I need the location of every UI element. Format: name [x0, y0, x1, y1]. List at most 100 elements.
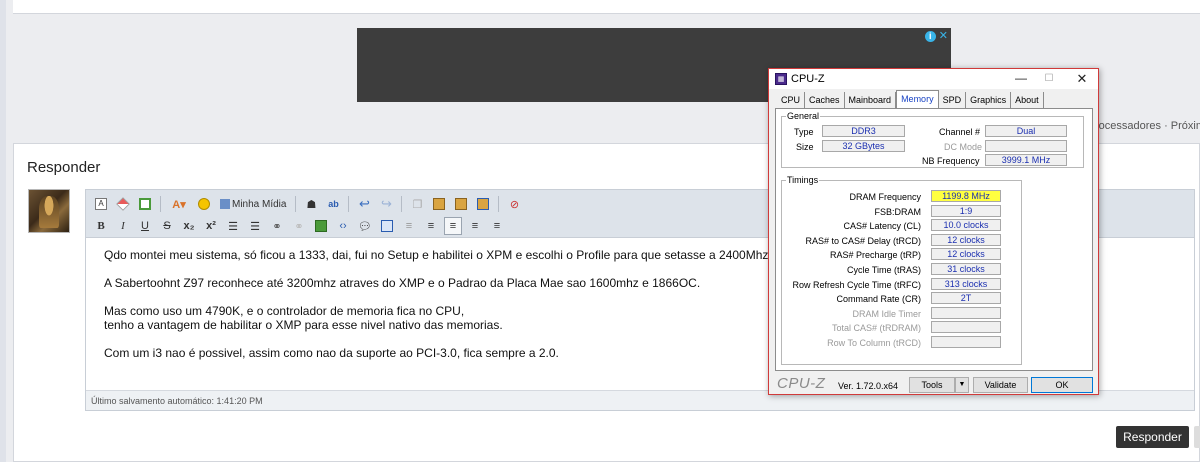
align-left-icon[interactable]: ≡ [444, 217, 462, 235]
tab-cpu[interactable]: CPU [777, 92, 806, 108]
editor-line: A Sabertoohnt Z97 reconhece até 3200mhz … [104, 276, 701, 290]
general-group: General Type DDR3 Size 32 GBytes Channel… [781, 111, 1084, 168]
timing-value: 2T [931, 292, 1001, 305]
align-right-icon[interactable]: ≡ [488, 217, 506, 235]
copy-icon[interactable]: ❐ [408, 195, 426, 213]
media-icon [220, 199, 230, 209]
editor-line: tenho a vantagem de habilitar o XMP para… [104, 318, 503, 332]
cpuz-titlebar[interactable]: ▦ CPU-Z — ☐ ✕ [769, 69, 1098, 89]
channel-value: Dual [985, 125, 1067, 137]
align-center-icon[interactable]: ≡ [466, 217, 484, 235]
smiley-icon[interactable] [195, 195, 213, 213]
editor-paragraph: Com um i3 nao é possivel, assim como nao… [104, 346, 772, 360]
toolbar-separator [160, 196, 161, 212]
timing-value [931, 306, 1001, 319]
eraser-icon[interactable] [114, 195, 132, 213]
redo-icon[interactable]: ↪ [377, 195, 395, 213]
top-panel [13, 0, 1200, 14]
nb-frequency-value: 3999.1 MHz [985, 154, 1067, 166]
unlink-icon[interactable]: ⚭ [290, 217, 308, 235]
table-icon[interactable]: ☗ [302, 195, 320, 213]
toolbar-separator [295, 196, 297, 212]
outdent-icon[interactable]: ≡ [400, 217, 418, 235]
ok-button[interactable]: OK [1031, 377, 1093, 393]
subscript-icon[interactable]: x₂ [180, 217, 198, 235]
paste-icon[interactable] [430, 195, 448, 213]
timing-label: RAS# Precharge (tRP) [829, 250, 921, 261]
remove-format-icon[interactable]: ⊘ [505, 195, 523, 213]
code-icon[interactable]: ‹› [334, 217, 352, 235]
nb-frequency-label: NB Frequency [922, 156, 980, 166]
channel-label: Channel # [939, 127, 981, 137]
timings-group-title: Timings [786, 175, 820, 185]
link-icon[interactable]: ⚭ [268, 217, 286, 235]
validate-button[interactable]: Validate [973, 377, 1028, 393]
size-value: 32 GBytes [822, 140, 905, 152]
tools-dropdown-icon[interactable]: ▼ [955, 377, 969, 393]
timing-value: 12 clocks [931, 248, 1001, 261]
tab-mainboard[interactable]: Mainboard [845, 92, 897, 108]
toolbar-separator [348, 196, 350, 212]
minimize-icon[interactable]: — [1007, 70, 1035, 87]
quote-icon[interactable]: 💬︎ [356, 217, 374, 235]
my-media-label: Minha Mídia [232, 198, 287, 210]
type-label: Type [794, 127, 814, 137]
paste-text-icon[interactable] [452, 195, 470, 213]
timing-value [931, 336, 1001, 348]
timing-value: 12 clocks [931, 233, 1001, 246]
bold-icon[interactable]: B [92, 217, 110, 235]
type-value: DDR3 [822, 125, 905, 137]
left-stripe [0, 0, 6, 462]
timing-label: DRAM Idle Timer [852, 308, 921, 319]
reply-button[interactable]: Responder [1116, 426, 1189, 448]
reply-title: Responder [27, 159, 101, 176]
tab-about[interactable]: About [1011, 92, 1044, 108]
general-group-title: General [786, 111, 821, 121]
font-color-icon[interactable]: A▾ [167, 195, 191, 213]
bulleted-list-icon[interactable]: ☰ [246, 217, 264, 235]
close-icon[interactable]: ✕ [1068, 70, 1096, 87]
timing-label: FSB:DRAM [874, 206, 921, 217]
paste-word-icon[interactable] [474, 195, 492, 213]
tab-memory[interactable]: Memory [896, 90, 939, 108]
blockquote-icon[interactable] [378, 217, 396, 235]
numbered-list-icon[interactable]: ☰ [224, 217, 242, 235]
italic-icon[interactable]: I [114, 217, 132, 235]
timings-group: Timings DRAM Frequency 1199.8 MHz FSB:DRAM… [781, 175, 1022, 365]
timing-label: Row To Column (tRCD) [827, 338, 921, 348]
preview-button[interactable] [1194, 426, 1200, 448]
maximize-icon[interactable]: ☐ [1035, 70, 1063, 87]
toolbar-separator [498, 196, 500, 212]
indent-icon[interactable]: ≡ [422, 217, 440, 235]
tools-button[interactable]: Tools [909, 377, 955, 393]
superscript-icon[interactable]: x² [202, 217, 220, 235]
cpuz-window[interactable]: ▦ CPU-Z — ☐ ✕ CPU Caches Mainboard Memory SP… [768, 68, 1099, 395]
timing-label: DRAM Frequency [849, 192, 921, 202]
select-all-icon[interactable] [136, 195, 154, 213]
image-icon[interactable] [312, 217, 330, 235]
undo-icon[interactable]: ↩ [355, 195, 373, 213]
editor-line: Mas como uso um 4790K, e o controlador d… [104, 304, 465, 318]
ad-choices-icon[interactable]: i ✕ [924, 30, 948, 42]
timing-value: 10.0 clocks [931, 219, 1001, 232]
memory-tab-panel: General Type DDR3 Size 32 GBytes Channel… [775, 108, 1093, 371]
cpuz-tabs: CPU Caches Mainboard Memory SPD Graphics About [777, 90, 1044, 108]
my-media-button[interactable]: Minha Mídia [217, 195, 289, 213]
source-icon[interactable]: A [92, 195, 110, 213]
editor-paragraph: Qdo montei meu sistema, só ficou a 1333,… [104, 248, 772, 262]
breadcrumb[interactable]: rocessadores · Próxim [1095, 120, 1200, 132]
editor-content[interactable]: Qdo montei meu sistema, só ficou a 1333,… [104, 248, 772, 374]
tab-caches[interactable]: Caches [805, 92, 845, 108]
timing-value [931, 321, 1001, 334]
avatar[interactable] [28, 189, 70, 233]
tab-spd[interactable]: SPD [939, 92, 967, 108]
timing-label: Cycle Time (tRAS) [846, 265, 921, 275]
strikethrough-icon[interactable]: S [158, 217, 176, 235]
timing-label: Total CAS# (tRDRAM) [831, 323, 921, 334]
timing-value: 1199.8 MHz [931, 190, 1001, 202]
spellcheck-icon[interactable]: ab [324, 195, 342, 213]
tab-graphics[interactable]: Graphics [966, 92, 1012, 108]
dc-mode-label: DC Mode [944, 142, 983, 152]
underline-icon[interactable]: U [136, 217, 154, 235]
size-label: Size [796, 142, 814, 152]
